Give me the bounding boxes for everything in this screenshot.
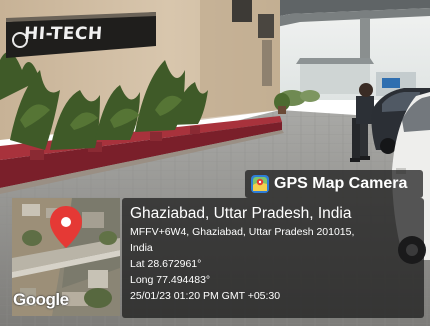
- sign-text: HI-TECH: [23, 24, 104, 44]
- app-name: GPS Map Camera: [274, 175, 408, 192]
- app-badge: GPS Map Camera: [245, 170, 423, 198]
- map-camera-icon: [251, 175, 269, 193]
- datetime: 25/01/23 01:20 PM GMT +05:30: [130, 290, 281, 302]
- longitude: Long 77.494483°: [130, 274, 211, 286]
- address-line-2: India: [130, 242, 153, 254]
- address-line-1: MFFV+6W4, Ghaziabad, Uttar Pradesh 20101…: [130, 226, 355, 238]
- location-title: Ghaziabad, Uttar Pradesh, India: [130, 205, 352, 222]
- latitude: Lat 28.672961°: [130, 258, 202, 270]
- gps-photo-frame: HI-TECH GPS Map Camera Google Ghaziabad,…: [0, 0, 430, 326]
- location-info-panel: Ghaziabad, Uttar Pradesh, India MFFV+6W4…: [122, 198, 424, 318]
- google-attribution: Google: [13, 290, 69, 309]
